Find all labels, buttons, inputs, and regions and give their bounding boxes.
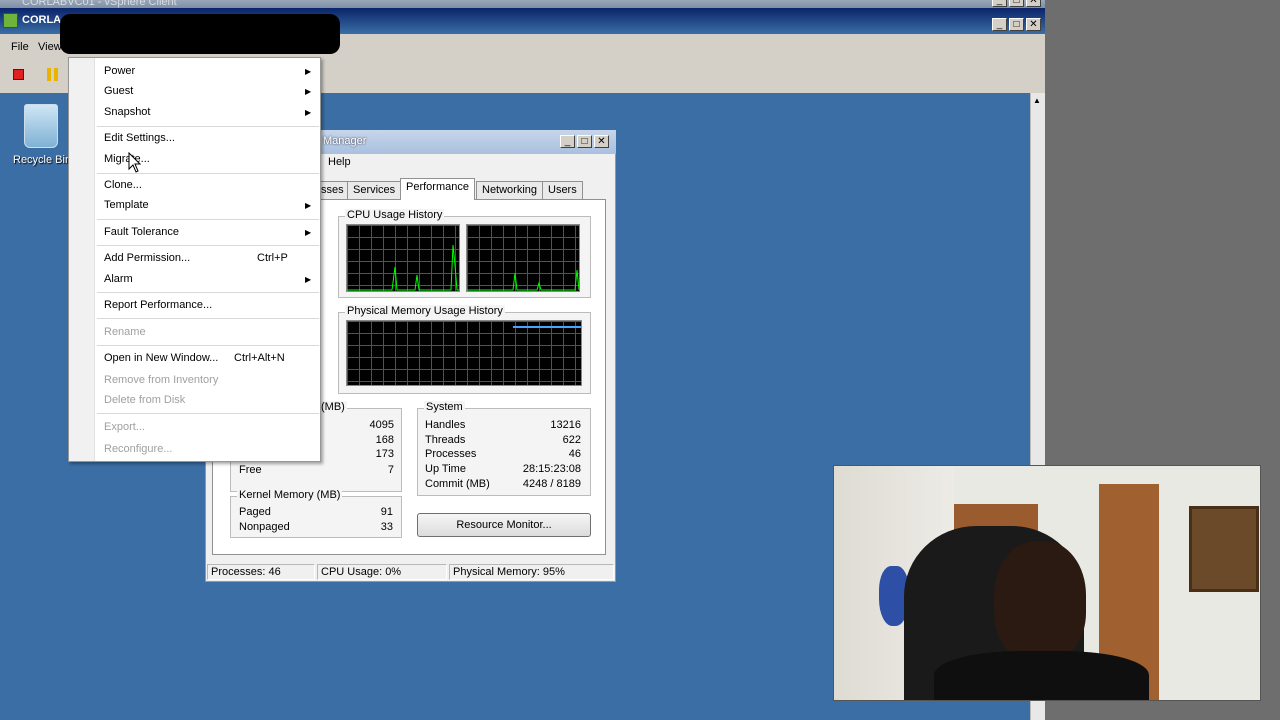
console-minimize-button[interactable]: _ — [992, 18, 1007, 31]
mouse-cursor-icon — [128, 152, 142, 173]
status-cpu: CPU Usage: 0% — [317, 564, 447, 580]
cpu-graph-1-line — [347, 244, 459, 291]
memory-history-label: Physical Memory Usage History — [345, 305, 505, 317]
console-close-button[interactable]: ✕ — [1026, 18, 1041, 31]
pm-row-free: Free 7 — [239, 464, 394, 476]
menu-item-open-new-window[interactable]: Open in New Window... — [104, 352, 218, 364]
memory-graph-line — [513, 326, 581, 328]
tm-menu-help[interactable]: Help — [328, 156, 351, 168]
console-menubar: File View — [0, 38, 1045, 58]
submenu-arrow-icon: ▶ — [305, 67, 312, 76]
menu-item-template[interactable]: Template — [104, 199, 149, 211]
status-processes: Processes: 46 — [207, 564, 315, 580]
menu-separator — [97, 318, 319, 319]
menu-item-add-permission[interactable]: Add Permission... — [104, 252, 190, 264]
menu-item-clone[interactable]: Clone... — [104, 179, 142, 191]
menu-item-migrate[interactable]: Migrate... — [104, 153, 150, 165]
menu-item-rename: Rename — [104, 326, 146, 338]
add-permission-shortcut: Ctrl+P — [257, 252, 288, 264]
menu-item-remove-inventory: Remove from Inventory — [104, 374, 219, 386]
submenu-arrow-icon: ▶ — [305, 108, 312, 117]
kernel-memory-label: Kernel Memory (MB) — [237, 489, 343, 501]
physical-memory-label: (MB) — [319, 401, 347, 413]
memory-graph — [346, 320, 582, 386]
menu-separator — [97, 345, 319, 346]
menu-item-fault-tolerance[interactable]: Fault Tolerance — [104, 226, 179, 238]
menu-view[interactable]: View — [38, 41, 62, 53]
status-memory: Physical Memory: 95% — [449, 564, 614, 580]
console-maximize-button[interactable]: □ — [1009, 18, 1024, 31]
outer-close-button[interactable]: ✕ — [1026, 0, 1041, 7]
sys-row-handles: Handles 13216 — [425, 419, 581, 431]
tab-users[interactable]: Users — [542, 181, 583, 199]
menu-item-edit-settings[interactable]: Edit Settings... — [104, 132, 175, 144]
sys-row-uptime: Up Time 28:15:23:08 — [425, 463, 581, 475]
pause-icon-bar — [54, 68, 58, 81]
resource-monitor-button[interactable]: Resource Monitor... — [417, 513, 591, 537]
menu-item-alarm[interactable]: Alarm — [104, 273, 133, 285]
menu-item-power[interactable]: Power — [104, 65, 135, 77]
framed-picture — [1189, 506, 1259, 592]
console-title: CORLA — [22, 14, 62, 26]
menu-item-export: Export... — [104, 421, 145, 433]
outer-window-title: CORLABVC01 - vSphere Client — [22, 0, 177, 8]
vm-context-menu: Power ▶ Guest ▶ Snapshot ▶ Edit Settings… — [68, 57, 321, 462]
tab-performance[interactable]: Performance — [400, 178, 475, 200]
pause-icon[interactable] — [47, 68, 51, 81]
task-manager-title: Manager — [323, 135, 367, 147]
menu-separator — [97, 292, 319, 293]
stop-icon[interactable] — [13, 69, 24, 80]
recycle-bin-label: Recycle Bin — [13, 154, 72, 166]
tab-services[interactable]: Services — [347, 181, 402, 199]
menu-separator — [97, 126, 319, 127]
system-label: System — [424, 401, 465, 413]
outer-maximize-button[interactable]: □ — [1009, 0, 1024, 7]
scroll-up-icon[interactable]: ▲ — [1033, 96, 1041, 105]
tm-maximize-button[interactable]: □ — [577, 135, 592, 148]
menu-item-guest[interactable]: Guest — [104, 85, 133, 97]
menu-gutter — [69, 58, 95, 461]
submenu-arrow-icon: ▶ — [305, 201, 312, 210]
outer-titlebar: CORLABVC01 - vSphere Client — [0, 0, 1045, 8]
person-shoulders — [934, 651, 1149, 700]
tm-minimize-button[interactable]: _ — [560, 135, 575, 148]
sys-row-threads: Threads 622 — [425, 434, 581, 446]
km-row-paged: Paged 91 — [239, 506, 393, 518]
cpu-graph-2-line — [467, 269, 580, 291]
cpu-graph-1 — [346, 224, 460, 292]
sys-row-commit: Commit (MB) 4248 / 8189 — [425, 478, 581, 490]
cpu-graph-2 — [466, 224, 580, 292]
vsphere-logo-icon — [3, 13, 18, 28]
menu-separator — [97, 245, 319, 246]
recycle-bin-icon[interactable] — [24, 104, 58, 148]
menu-separator — [97, 219, 319, 220]
webcam-video-overlay — [833, 465, 1261, 701]
menu-separator — [97, 413, 319, 414]
menu-item-report-performance[interactable]: Report Performance... — [104, 299, 212, 311]
person-head — [994, 541, 1086, 661]
menu-item-reconfigure: Reconfigure... — [104, 443, 173, 455]
km-row-nonpaged: Nonpaged 33 — [239, 521, 393, 533]
menu-file[interactable]: File — [11, 41, 29, 53]
menu-item-snapshot[interactable]: Snapshot — [104, 106, 150, 118]
cpu-history-label: CPU Usage History — [345, 209, 445, 221]
sys-row-processes: Processes 46 — [425, 448, 581, 460]
open-new-window-shortcut: Ctrl+Alt+N — [234, 352, 285, 364]
tab-networking[interactable]: Networking — [476, 181, 544, 199]
outer-minimize-button[interactable]: _ — [992, 0, 1007, 7]
submenu-arrow-icon: ▶ — [305, 275, 312, 284]
submenu-arrow-icon: ▶ — [305, 87, 312, 96]
submenu-arrow-icon: ▶ — [305, 228, 312, 237]
tm-close-button[interactable]: ✕ — [594, 135, 609, 148]
menu-item-delete-disk: Delete from Disk — [104, 394, 186, 406]
